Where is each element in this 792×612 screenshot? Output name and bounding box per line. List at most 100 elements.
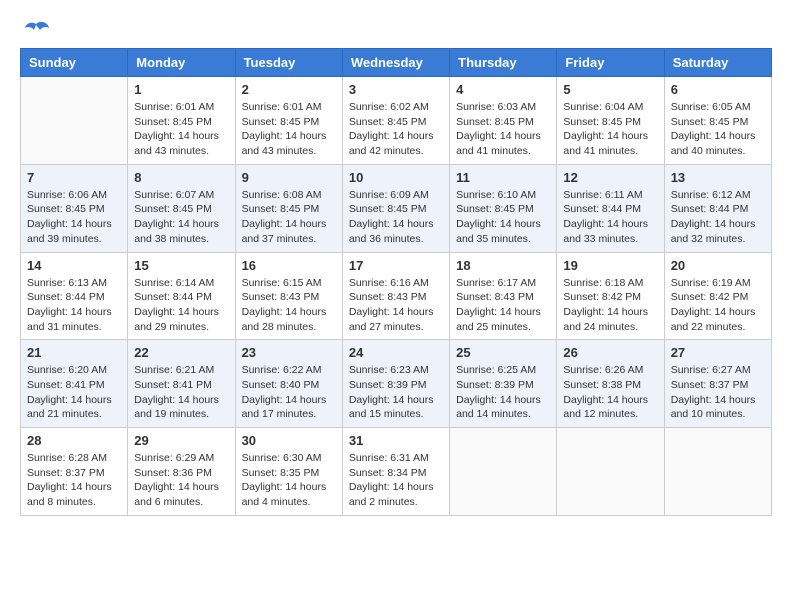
day-info: Sunrise: 6:18 AM Sunset: 8:42 PM Dayligh… (563, 276, 657, 335)
day-number: 17 (349, 258, 443, 273)
day-info: Sunrise: 6:08 AM Sunset: 8:45 PM Dayligh… (242, 188, 336, 247)
day-number: 30 (242, 433, 336, 448)
day-number: 26 (563, 345, 657, 360)
calendar-cell (557, 428, 664, 516)
calendar-cell (21, 77, 128, 165)
col-saturday: Saturday (664, 49, 771, 77)
day-number: 3 (349, 82, 443, 97)
calendar-week-3: 14 Sunrise: 6:13 AM Sunset: 8:44 PM Dayli… (21, 252, 772, 340)
calendar-cell: 31 Sunrise: 6:31 AM Sunset: 8:34 PM Dayli… (342, 428, 449, 516)
calendar-cell: 4 Sunrise: 6:03 AM Sunset: 8:45 PM Daylig… (450, 77, 557, 165)
calendar-cell: 15Sunrise: 6:14 AM Sunset: 8:44 PM Dayli… (128, 252, 235, 340)
page-header (20, 20, 772, 38)
day-info: Sunrise: 6:21 AM Sunset: 8:41 PM Dayligh… (134, 363, 228, 422)
day-number: 5 (563, 82, 657, 97)
logo (20, 20, 52, 38)
day-number: 9 (242, 170, 336, 185)
day-number: 8 (134, 170, 228, 185)
day-number: 13 (671, 170, 765, 185)
day-info: Sunrise: 6:10 AM Sunset: 8:45 PM Dayligh… (456, 188, 550, 247)
day-number: 14 (27, 258, 121, 273)
calendar-cell: 13 Sunrise: 6:12 AM Sunset: 8:44 PM Dayli… (664, 164, 771, 252)
day-info: Sunrise: 6:04 AM Sunset: 8:45 PM Dayligh… (563, 100, 657, 159)
day-number: 31 (349, 433, 443, 448)
calendar-cell: 11 Sunrise: 6:10 AM Sunset: 8:45 PM Dayli… (450, 164, 557, 252)
day-number: 7 (27, 170, 121, 185)
day-info: Sunrise: 6:12 AM Sunset: 8:44 PM Dayligh… (671, 188, 765, 247)
calendar-week-1: 1 Sunrise: 6:01 AM Sunset: 8:45 PM Daylig… (21, 77, 772, 165)
day-number: 24 (349, 345, 443, 360)
col-tuesday: Tuesday (235, 49, 342, 77)
calendar-header-row: Sunday Monday Tuesday Wednesday Thursday… (21, 49, 772, 77)
day-info: Sunrise: 6:11 AM Sunset: 8:44 PM Dayligh… (563, 188, 657, 247)
calendar-cell: 2Sunrise: 6:01 AM Sunset: 8:45 PM Daylig… (235, 77, 342, 165)
day-info: Sunrise: 6:19 AM Sunset: 8:42 PM Dayligh… (671, 276, 765, 335)
calendar-cell: 28 Sunrise: 6:28 AM Sunset: 8:37 PM Dayli… (21, 428, 128, 516)
day-number: 18 (456, 258, 550, 273)
day-number: 29 (134, 433, 228, 448)
day-info: Sunrise: 6:15 AM Sunset: 8:43 PM Dayligh… (242, 276, 336, 335)
calendar-cell: 16Sunrise: 6:15 AM Sunset: 8:43 PM Dayli… (235, 252, 342, 340)
day-info: Sunrise: 6:06 AM Sunset: 8:45 PM Dayligh… (27, 188, 121, 247)
calendar-cell: 3 Sunrise: 6:02 AM Sunset: 8:45 PM Daylig… (342, 77, 449, 165)
calendar-cell: 12Sunrise: 6:11 AM Sunset: 8:44 PM Dayli… (557, 164, 664, 252)
day-number: 27 (671, 345, 765, 360)
day-info: Sunrise: 6:17 AM Sunset: 8:43 PM Dayligh… (456, 276, 550, 335)
day-info: Sunrise: 6:25 AM Sunset: 8:39 PM Dayligh… (456, 363, 550, 422)
day-number: 22 (134, 345, 228, 360)
calendar-cell: 24 Sunrise: 6:23 AM Sunset: 8:39 PM Dayli… (342, 340, 449, 428)
calendar-cell: 9 Sunrise: 6:08 AM Sunset: 8:45 PM Daylig… (235, 164, 342, 252)
calendar-cell (450, 428, 557, 516)
col-friday: Friday (557, 49, 664, 77)
calendar-cell: 7 Sunrise: 6:06 AM Sunset: 8:45 PM Daylig… (21, 164, 128, 252)
day-info: Sunrise: 6:14 AM Sunset: 8:44 PM Dayligh… (134, 276, 228, 335)
calendar-cell: 25 Sunrise: 6:25 AM Sunset: 8:39 PM Dayli… (450, 340, 557, 428)
calendar-week-5: 28 Sunrise: 6:28 AM Sunset: 8:37 PM Dayli… (21, 428, 772, 516)
day-number: 6 (671, 82, 765, 97)
calendar-cell: 8 Sunrise: 6:07 AM Sunset: 8:45 PM Daylig… (128, 164, 235, 252)
day-number: 28 (27, 433, 121, 448)
calendar-cell: 18 Sunrise: 6:17 AM Sunset: 8:43 PM Dayli… (450, 252, 557, 340)
day-number: 1 (134, 82, 228, 97)
calendar-table: Sunday Monday Tuesday Wednesday Thursday… (20, 48, 772, 516)
day-info: Sunrise: 6:16 AM Sunset: 8:43 PM Dayligh… (349, 276, 443, 335)
day-info: Sunrise: 6:31 AM Sunset: 8:34 PM Dayligh… (349, 451, 443, 510)
col-wednesday: Wednesday (342, 49, 449, 77)
calendar-cell: 22 Sunrise: 6:21 AM Sunset: 8:41 PM Dayli… (128, 340, 235, 428)
day-number: 11 (456, 170, 550, 185)
day-info: Sunrise: 6:29 AM Sunset: 8:36 PM Dayligh… (134, 451, 228, 510)
day-number: 20 (671, 258, 765, 273)
calendar-cell: 6 Sunrise: 6:05 AM Sunset: 8:45 PM Daylig… (664, 77, 771, 165)
logo-bird-icon (22, 20, 50, 42)
col-monday: Monday (128, 49, 235, 77)
day-info: Sunrise: 6:09 AM Sunset: 8:45 PM Dayligh… (349, 188, 443, 247)
calendar-cell: 29 Sunrise: 6:29 AM Sunset: 8:36 PM Dayli… (128, 428, 235, 516)
day-info: Sunrise: 6:07 AM Sunset: 8:45 PM Dayligh… (134, 188, 228, 247)
calendar-cell: 27 Sunrise: 6:27 AM Sunset: 8:37 PM Dayli… (664, 340, 771, 428)
day-info: Sunrise: 6:03 AM Sunset: 8:45 PM Dayligh… (456, 100, 550, 159)
day-info: Sunrise: 6:01 AM Sunset: 8:45 PM Dayligh… (134, 100, 228, 159)
calendar-cell: 21Sunrise: 6:20 AM Sunset: 8:41 PM Dayli… (21, 340, 128, 428)
calendar-week-4: 21Sunrise: 6:20 AM Sunset: 8:41 PM Dayli… (21, 340, 772, 428)
col-thursday: Thursday (450, 49, 557, 77)
day-info: Sunrise: 6:26 AM Sunset: 8:38 PM Dayligh… (563, 363, 657, 422)
col-sunday: Sunday (21, 49, 128, 77)
day-number: 10 (349, 170, 443, 185)
day-info: Sunrise: 6:13 AM Sunset: 8:44 PM Dayligh… (27, 276, 121, 335)
day-info: Sunrise: 6:05 AM Sunset: 8:45 PM Dayligh… (671, 100, 765, 159)
calendar-cell: 19 Sunrise: 6:18 AM Sunset: 8:42 PM Dayli… (557, 252, 664, 340)
day-number: 23 (242, 345, 336, 360)
calendar-cell: 20 Sunrise: 6:19 AM Sunset: 8:42 PM Dayli… (664, 252, 771, 340)
calendar-cell (664, 428, 771, 516)
day-info: Sunrise: 6:28 AM Sunset: 8:37 PM Dayligh… (27, 451, 121, 510)
calendar-cell: 26 Sunrise: 6:26 AM Sunset: 8:38 PM Dayli… (557, 340, 664, 428)
day-info: Sunrise: 6:30 AM Sunset: 8:35 PM Dayligh… (242, 451, 336, 510)
day-info: Sunrise: 6:02 AM Sunset: 8:45 PM Dayligh… (349, 100, 443, 159)
day-number: 25 (456, 345, 550, 360)
day-number: 4 (456, 82, 550, 97)
day-info: Sunrise: 6:27 AM Sunset: 8:37 PM Dayligh… (671, 363, 765, 422)
day-number: 19 (563, 258, 657, 273)
day-number: 2 (242, 82, 336, 97)
day-info: Sunrise: 6:23 AM Sunset: 8:39 PM Dayligh… (349, 363, 443, 422)
calendar-cell: 14 Sunrise: 6:13 AM Sunset: 8:44 PM Dayli… (21, 252, 128, 340)
